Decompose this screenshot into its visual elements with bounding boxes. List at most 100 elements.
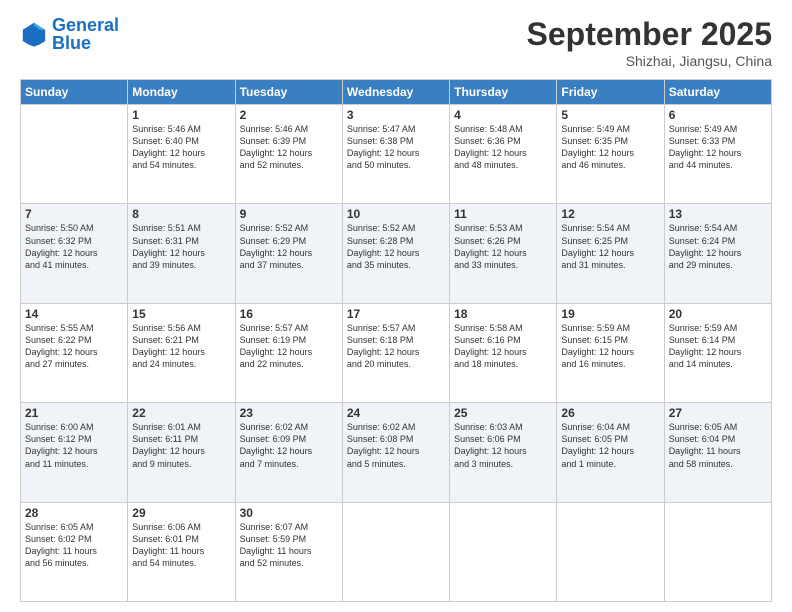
week-row-3: 14Sunrise: 5:55 AM Sunset: 6:22 PM Dayli… (21, 303, 772, 402)
day-cell: 6Sunrise: 5:49 AM Sunset: 6:33 PM Daylig… (664, 105, 771, 204)
day-number: 24 (347, 406, 445, 420)
day-info: Sunrise: 6:06 AM Sunset: 6:01 PM Dayligh… (132, 521, 230, 570)
day-cell: 13Sunrise: 5:54 AM Sunset: 6:24 PM Dayli… (664, 204, 771, 303)
day-cell: 28Sunrise: 6:05 AM Sunset: 6:02 PM Dayli… (21, 502, 128, 601)
day-info: Sunrise: 6:01 AM Sunset: 6:11 PM Dayligh… (132, 421, 230, 470)
day-info: Sunrise: 5:46 AM Sunset: 6:39 PM Dayligh… (240, 123, 338, 172)
day-info: Sunrise: 5:49 AM Sunset: 6:35 PM Dayligh… (561, 123, 659, 172)
day-info: Sunrise: 5:54 AM Sunset: 6:24 PM Dayligh… (669, 222, 767, 271)
day-info: Sunrise: 6:05 AM Sunset: 6:02 PM Dayligh… (25, 521, 123, 570)
day-info: Sunrise: 5:59 AM Sunset: 6:14 PM Dayligh… (669, 322, 767, 371)
day-cell: 4Sunrise: 5:48 AM Sunset: 6:36 PM Daylig… (450, 105, 557, 204)
day-cell: 24Sunrise: 6:02 AM Sunset: 6:08 PM Dayli… (342, 403, 449, 502)
location: Shizhai, Jiangsu, China (527, 53, 772, 69)
day-cell: 9Sunrise: 5:52 AM Sunset: 6:29 PM Daylig… (235, 204, 342, 303)
day-info: Sunrise: 5:57 AM Sunset: 6:19 PM Dayligh… (240, 322, 338, 371)
day-cell: 22Sunrise: 6:01 AM Sunset: 6:11 PM Dayli… (128, 403, 235, 502)
weekday-sunday: Sunday (21, 80, 128, 105)
day-cell: 27Sunrise: 6:05 AM Sunset: 6:04 PM Dayli… (664, 403, 771, 502)
day-cell: 16Sunrise: 5:57 AM Sunset: 6:19 PM Dayli… (235, 303, 342, 402)
day-cell (21, 105, 128, 204)
day-cell: 12Sunrise: 5:54 AM Sunset: 6:25 PM Dayli… (557, 204, 664, 303)
day-info: Sunrise: 6:02 AM Sunset: 6:09 PM Dayligh… (240, 421, 338, 470)
weekday-header-row: SundayMondayTuesdayWednesdayThursdayFrid… (21, 80, 772, 105)
day-number: 7 (25, 207, 123, 221)
day-cell: 11Sunrise: 5:53 AM Sunset: 6:26 PM Dayli… (450, 204, 557, 303)
logo-general: General (52, 15, 119, 35)
day-cell: 8Sunrise: 5:51 AM Sunset: 6:31 PM Daylig… (128, 204, 235, 303)
day-number: 23 (240, 406, 338, 420)
day-info: Sunrise: 5:52 AM Sunset: 6:28 PM Dayligh… (347, 222, 445, 271)
day-cell: 23Sunrise: 6:02 AM Sunset: 6:09 PM Dayli… (235, 403, 342, 502)
logo-icon (20, 20, 48, 48)
month-title: September 2025 (527, 16, 772, 53)
day-number: 29 (132, 506, 230, 520)
day-number: 26 (561, 406, 659, 420)
day-info: Sunrise: 6:07 AM Sunset: 5:59 PM Dayligh… (240, 521, 338, 570)
day-info: Sunrise: 6:02 AM Sunset: 6:08 PM Dayligh… (347, 421, 445, 470)
day-info: Sunrise: 6:00 AM Sunset: 6:12 PM Dayligh… (25, 421, 123, 470)
day-number: 6 (669, 108, 767, 122)
day-number: 27 (669, 406, 767, 420)
weekday-wednesday: Wednesday (342, 80, 449, 105)
day-cell: 29Sunrise: 6:06 AM Sunset: 6:01 PM Dayli… (128, 502, 235, 601)
logo-blue: Blue (52, 33, 91, 53)
day-cell: 25Sunrise: 6:03 AM Sunset: 6:06 PM Dayli… (450, 403, 557, 502)
logo-text: General Blue (52, 16, 119, 52)
week-row-5: 28Sunrise: 6:05 AM Sunset: 6:02 PM Dayli… (21, 502, 772, 601)
day-info: Sunrise: 5:54 AM Sunset: 6:25 PM Dayligh… (561, 222, 659, 271)
weekday-monday: Monday (128, 80, 235, 105)
day-cell: 1Sunrise: 5:46 AM Sunset: 6:40 PM Daylig… (128, 105, 235, 204)
day-info: Sunrise: 5:46 AM Sunset: 6:40 PM Dayligh… (132, 123, 230, 172)
week-row-2: 7Sunrise: 5:50 AM Sunset: 6:32 PM Daylig… (21, 204, 772, 303)
day-number: 18 (454, 307, 552, 321)
day-number: 25 (454, 406, 552, 420)
day-number: 20 (669, 307, 767, 321)
day-cell: 14Sunrise: 5:55 AM Sunset: 6:22 PM Dayli… (21, 303, 128, 402)
day-cell: 19Sunrise: 5:59 AM Sunset: 6:15 PM Dayli… (557, 303, 664, 402)
day-cell: 20Sunrise: 5:59 AM Sunset: 6:14 PM Dayli… (664, 303, 771, 402)
day-number: 12 (561, 207, 659, 221)
day-cell (664, 502, 771, 601)
day-number: 2 (240, 108, 338, 122)
day-number: 28 (25, 506, 123, 520)
day-cell: 21Sunrise: 6:00 AM Sunset: 6:12 PM Dayli… (21, 403, 128, 502)
day-cell: 26Sunrise: 6:04 AM Sunset: 6:05 PM Dayli… (557, 403, 664, 502)
day-number: 3 (347, 108, 445, 122)
day-number: 11 (454, 207, 552, 221)
day-cell: 18Sunrise: 5:58 AM Sunset: 6:16 PM Dayli… (450, 303, 557, 402)
weekday-friday: Friday (557, 80, 664, 105)
day-info: Sunrise: 5:47 AM Sunset: 6:38 PM Dayligh… (347, 123, 445, 172)
day-cell: 30Sunrise: 6:07 AM Sunset: 5:59 PM Dayli… (235, 502, 342, 601)
day-number: 16 (240, 307, 338, 321)
day-info: Sunrise: 5:58 AM Sunset: 6:16 PM Dayligh… (454, 322, 552, 371)
day-info: Sunrise: 5:53 AM Sunset: 6:26 PM Dayligh… (454, 222, 552, 271)
day-number: 5 (561, 108, 659, 122)
day-number: 13 (669, 207, 767, 221)
day-cell: 7Sunrise: 5:50 AM Sunset: 6:32 PM Daylig… (21, 204, 128, 303)
day-number: 21 (25, 406, 123, 420)
day-number: 9 (240, 207, 338, 221)
day-info: Sunrise: 5:49 AM Sunset: 6:33 PM Dayligh… (669, 123, 767, 172)
day-number: 10 (347, 207, 445, 221)
day-info: Sunrise: 5:48 AM Sunset: 6:36 PM Dayligh… (454, 123, 552, 172)
day-info: Sunrise: 6:04 AM Sunset: 6:05 PM Dayligh… (561, 421, 659, 470)
day-number: 30 (240, 506, 338, 520)
title-block: September 2025 Shizhai, Jiangsu, China (527, 16, 772, 69)
day-info: Sunrise: 6:05 AM Sunset: 6:04 PM Dayligh… (669, 421, 767, 470)
day-number: 8 (132, 207, 230, 221)
week-row-1: 1Sunrise: 5:46 AM Sunset: 6:40 PM Daylig… (21, 105, 772, 204)
day-number: 1 (132, 108, 230, 122)
day-info: Sunrise: 6:03 AM Sunset: 6:06 PM Dayligh… (454, 421, 552, 470)
day-number: 14 (25, 307, 123, 321)
day-cell (557, 502, 664, 601)
weekday-thursday: Thursday (450, 80, 557, 105)
weekday-tuesday: Tuesday (235, 80, 342, 105)
day-cell (342, 502, 449, 601)
day-info: Sunrise: 5:56 AM Sunset: 6:21 PM Dayligh… (132, 322, 230, 371)
day-info: Sunrise: 5:57 AM Sunset: 6:18 PM Dayligh… (347, 322, 445, 371)
day-number: 17 (347, 307, 445, 321)
day-cell: 5Sunrise: 5:49 AM Sunset: 6:35 PM Daylig… (557, 105, 664, 204)
day-number: 22 (132, 406, 230, 420)
day-info: Sunrise: 5:55 AM Sunset: 6:22 PM Dayligh… (25, 322, 123, 371)
